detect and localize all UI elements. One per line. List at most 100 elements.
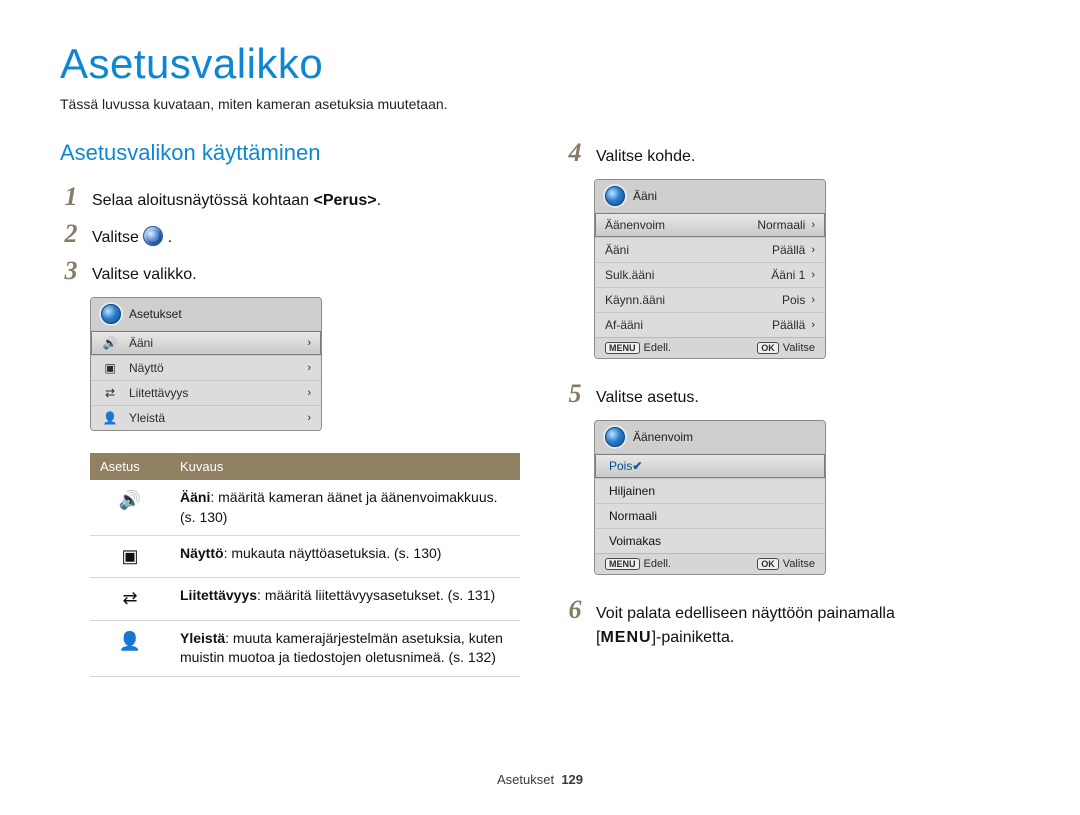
cam2-row-label: Ääni [605,243,772,257]
menu-label: MENU [600,629,651,646]
table-row: 👤 Yleistä: muuta kamerajärjestelmän aset… [90,620,520,676]
cam2-row-label: Käynn.ääni [605,293,782,307]
cam1-row-yleista: 👤 Yleistä › [91,405,321,430]
cam3-footer: MENU Edell. OK Valitse [595,553,825,574]
connectivity-icon: ⇄ [101,386,119,400]
step-2-text-pre: Valitse [92,229,143,246]
step-number: 3 [60,258,82,284]
cam3-row-label: Hiljainen [609,484,655,498]
cam2-row-value: Päällä [772,243,805,257]
cam1-row-label: Näyttö [129,361,307,375]
chevron-right-icon: › [307,412,311,424]
cam2-title: Ääni [633,189,657,203]
cam3-row-label: Voimakas [609,534,661,548]
step-1-text-post: . [377,192,381,209]
footer-label: Asetukset [497,772,554,787]
camera-menu-aanenvoim: Äänenvoim Pois ✔ Hiljainen Normaali Voim… [594,420,826,575]
step-number: 6 [564,597,586,623]
cam2-row-label: Sulk.ääni [605,268,771,282]
step-3-text: Valitse valikko. [92,263,197,287]
th-asetus: Asetus [90,453,170,480]
table-row: ▣ Näyttö: mukauta näyttöasetuksia. (s. 1… [90,536,520,578]
ok-key-icon: OK [757,558,779,570]
cam3-title: Äänenvoim [633,430,693,444]
step-4-text: Valitse kohde. [596,145,695,169]
cam1-title: Asetukset [129,307,182,321]
cam3-foot-right: Valitse [783,558,815,570]
menu-key-icon: MENU [605,342,640,354]
step-6: 6 Voit palata edelliseen näyttöön painam… [564,597,1020,650]
chevron-right-icon: › [307,362,311,374]
speaker-icon: 🔊 [101,336,119,350]
row-name: Yleistä [180,630,225,646]
row-desc: : määritä kameran äänet ja äänenvoimakku… [180,489,498,525]
gear-bullet-icon [605,186,625,206]
menu-key-icon: MENU [605,558,640,570]
table-row: ⇄ Liitettävyys: määritä liitettävyysaset… [90,578,520,620]
cam3-row: Voimakas [595,528,825,553]
gear-disc-icon [143,226,163,246]
person-icon: 👤 [101,411,119,425]
row-name: Näyttö [180,545,224,561]
chevron-right-icon: › [811,244,815,256]
step-4: 4 Valitse kohde. [564,140,1020,169]
screen-icon: ▣ [101,361,119,375]
cam2-row-value: Normaali [757,218,805,232]
page-title: Asetusvalikko [60,40,1020,88]
cam2-row-value: Päällä [772,318,805,332]
row-desc: : muuta kamerajärjestelmän asetuksia, ku… [180,630,503,666]
cam2-row: Käynn.ääni Pois › [595,287,825,312]
cam1-row-label: Yleistä [129,411,307,425]
ok-key-icon: OK [757,342,779,354]
chevron-right-icon: › [811,269,815,281]
connectivity-icon: ⇄ [90,578,170,620]
cam2-footer: MENU Edell. OK Valitse [595,337,825,358]
intro-text: Tässä luvussa kuvataan, miten kameran as… [60,96,1020,112]
step-2: 2 Valitse . [60,221,516,250]
step-5-text: Valitse asetus. [596,386,699,410]
step-number: 5 [564,381,586,407]
cam2-foot-right: Valitse [783,342,815,354]
cam2-row: Äänenvoim Normaali › [595,212,825,237]
cam1-row-aani: 🔊 Ääni › [91,330,321,355]
checkmark-icon: ✔ [632,459,642,473]
cam2-row: Af-ääni Päällä › [595,312,825,337]
right-column: 4 Valitse kohde. Ääni Äänenvoim Normaali… [564,140,1020,677]
cam3-row: Hiljainen [595,478,825,503]
cam2-row: Ääni Päällä › [595,237,825,262]
cam3-row-label: Normaali [609,509,657,523]
row-desc: : määritä liitettävyysasetukset. (s. 131… [257,587,495,603]
step-1: 1 Selaa aloitusnäytössä kohtaan <Perus>. [60,184,516,213]
cam1-row-liitettavyys: ⇄ Liitettävyys › [91,380,321,405]
row-desc: : mukauta näyttöasetuksia. (s. 130) [224,545,442,561]
step-5: 5 Valitse asetus. [564,381,1020,410]
page-footer: Asetukset 129 [0,772,1080,787]
gear-bullet-icon [605,427,625,447]
person-icon: 👤 [90,620,170,676]
step-2-text-post: . [168,229,172,246]
cam2-row-label: Af-ääni [605,318,772,332]
chevron-right-icon: › [811,219,815,231]
camera-menu-aani: Ääni Äänenvoim Normaali › Ääni Päällä › … [594,179,826,359]
cam2-foot-left: Edell. [644,342,672,354]
settings-description-table: Asetus Kuvaus 🔊 Ääni: määritä kameran ää… [90,453,520,677]
footer-page: 129 [561,772,583,787]
step-number: 2 [60,221,82,247]
step-3: 3 Valitse valikko. [60,258,516,287]
gear-bullet-icon [101,304,121,324]
speaker-icon: 🔊 [90,480,170,536]
step-6-text-b: -painiketta. [656,629,734,646]
row-name: Liitettävyys [180,587,257,603]
cam3-foot-left: Edell. [644,558,672,570]
left-column: Asetusvalikon käyttäminen 1 Selaa aloitu… [60,140,516,677]
cam3-row: Normaali [595,503,825,528]
chevron-right-icon: › [811,319,815,331]
th-kuvaus: Kuvaus [170,453,520,480]
chevron-right-icon: › [307,337,311,349]
cam1-row-label: Ääni [129,336,307,350]
cam3-row-label: Pois [609,459,632,473]
step-1-text-pre: Selaa aloitusnäytössä kohtaan [92,192,313,209]
cam1-row-naytto: ▣ Näyttö › [91,355,321,380]
step-1-bold: <Perus> [313,192,376,209]
chevron-right-icon: › [811,294,815,306]
